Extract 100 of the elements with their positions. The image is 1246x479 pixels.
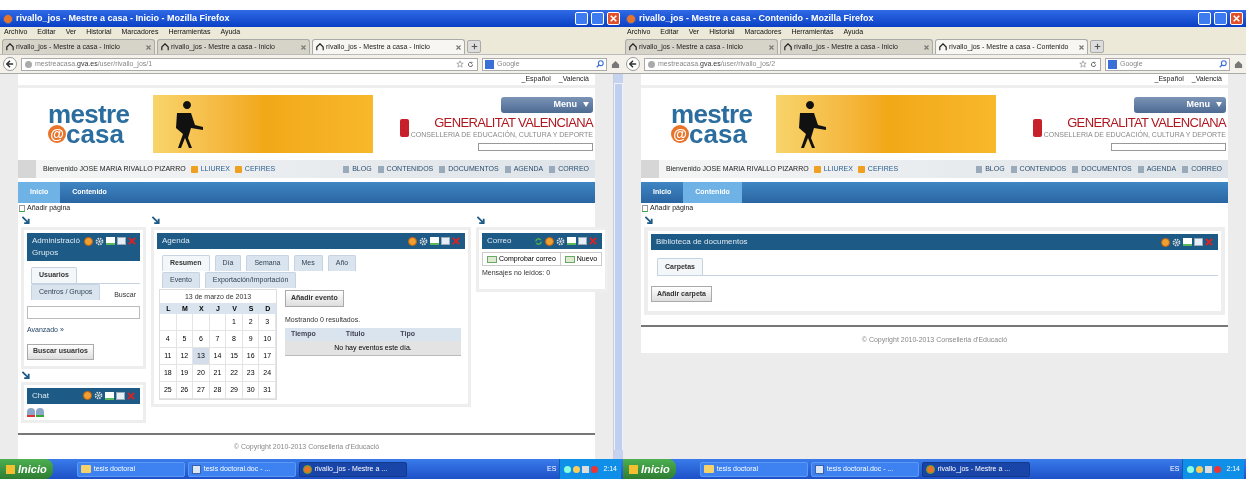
palette-icon [545, 236, 555, 246]
link-icon [504, 165, 511, 173]
browser-icon [302, 464, 312, 474]
tray-icon [1214, 465, 1222, 473]
minimize-icon [575, 12, 588, 25]
house-icon [629, 43, 637, 51]
close-icon[interactable] [924, 44, 929, 50]
reload-icon[interactable] [1090, 60, 1097, 68]
close-icon[interactable] [146, 44, 151, 50]
search-icon[interactable] [596, 60, 604, 68]
start-button[interactable]: Inicio [0, 459, 53, 479]
palette-icon [84, 236, 93, 246]
scroll-thumb[interactable] [615, 84, 622, 450]
close-icon[interactable] [769, 44, 774, 50]
palette-icon [1161, 237, 1170, 247]
star-icon[interactable] [456, 60, 464, 68]
gear-icon[interactable] [95, 236, 104, 246]
gear-icon[interactable] [1172, 237, 1181, 247]
close-icon[interactable] [301, 44, 306, 50]
maximize-icon [1214, 12, 1227, 25]
home-icon[interactable] [1234, 59, 1243, 69]
crest-icon [399, 119, 409, 137]
link-icon [1072, 165, 1079, 173]
arrow-icon [644, 216, 654, 225]
house-icon [316, 43, 324, 51]
link-icon [1010, 165, 1017, 173]
arrow-box-icon [234, 165, 242, 173]
arrow-box-icon [813, 165, 821, 173]
document-icon [191, 464, 201, 474]
minimize-icon [1198, 12, 1211, 25]
refresh-icon[interactable] [534, 236, 544, 246]
avatar-placeholder [18, 160, 36, 178]
plus-icon [1093, 43, 1101, 50]
globe-icon [25, 60, 32, 68]
envelope-icon [564, 255, 575, 263]
back-arrow-icon [6, 60, 14, 68]
reload-icon[interactable] [467, 60, 474, 68]
organization-name: GENERALITAT VALENCIANA [1066, 115, 1226, 130]
start-button[interactable]: Inicio [623, 459, 676, 479]
menu-button[interactable]: Menu [501, 96, 593, 113]
close-icon[interactable] [456, 44, 461, 50]
tray-icon [591, 465, 599, 473]
site-logo: mestre @casa [671, 104, 754, 144]
gear-icon[interactable] [94, 391, 103, 400]
scroll-up-icon [614, 74, 623, 83]
link-icon [1137, 165, 1144, 173]
google-icon [485, 59, 494, 69]
scroll-down-icon [614, 450, 623, 459]
caret-icon [1216, 102, 1222, 108]
speaker-icon [582, 465, 590, 473]
star-icon[interactable] [1079, 60, 1087, 68]
google-icon [1108, 59, 1117, 69]
minimize-icon [105, 391, 114, 400]
windows-logo-icon [6, 464, 15, 474]
caret-icon [583, 102, 589, 108]
site-search-field[interactable] [478, 143, 593, 152]
back-button[interactable] [3, 57, 17, 71]
new-tab-button[interactable] [467, 40, 481, 53]
search-field[interactable] [27, 305, 140, 319]
close-icon[interactable] [1079, 44, 1084, 50]
crest-icon [1032, 119, 1042, 137]
link-icon [549, 165, 556, 173]
browser-icon [925, 464, 935, 474]
site-search-field[interactable] [1111, 143, 1226, 152]
portlet-title: Biblioteca de documentos [656, 236, 748, 248]
arrow-icon [21, 370, 31, 380]
portlet-title: Chat [32, 389, 49, 402]
house-icon [6, 43, 14, 51]
link-icon [439, 165, 446, 173]
browser-icon [3, 13, 13, 24]
maximize-icon [1194, 238, 1203, 246]
site-logo: mestre @casa [48, 104, 131, 144]
new-tab-button[interactable] [1090, 40, 1104, 53]
envelope-icon [487, 255, 497, 263]
house-icon [161, 43, 169, 51]
maximize-icon [117, 237, 126, 245]
menu-button[interactable]: Menu [1134, 96, 1226, 113]
gear-icon[interactable] [556, 236, 566, 246]
portlet-title: Agenda [162, 235, 190, 247]
portlet-title: Grupos [32, 247, 60, 259]
arrow-box-icon [857, 165, 865, 173]
link-icon [377, 165, 384, 173]
palette-icon [408, 236, 417, 246]
link-icon [976, 165, 983, 173]
maximize-icon [591, 12, 604, 25]
plus-icon [470, 43, 478, 50]
window-title: rivallo_jos - Mestre a casa - Inicio - Mozilla Firefox [16, 11, 231, 25]
house-icon [939, 43, 947, 51]
window-title: rivallo_jos - Mestre a casa - Contenido - Mozilla Firefox [639, 11, 875, 25]
maximize-icon [441, 237, 450, 245]
gear-icon[interactable] [419, 236, 428, 246]
link-icon [1182, 165, 1189, 173]
speaker-icon [1205, 465, 1213, 473]
minimize-icon [1183, 238, 1192, 246]
back-button[interactable] [626, 57, 640, 71]
home-icon[interactable] [611, 59, 620, 69]
search-icon[interactable] [1219, 60, 1227, 68]
organization-name: GENERALITAT VALENCIANA [433, 115, 593, 130]
folder-icon [80, 465, 91, 473]
house-icon [784, 43, 792, 51]
